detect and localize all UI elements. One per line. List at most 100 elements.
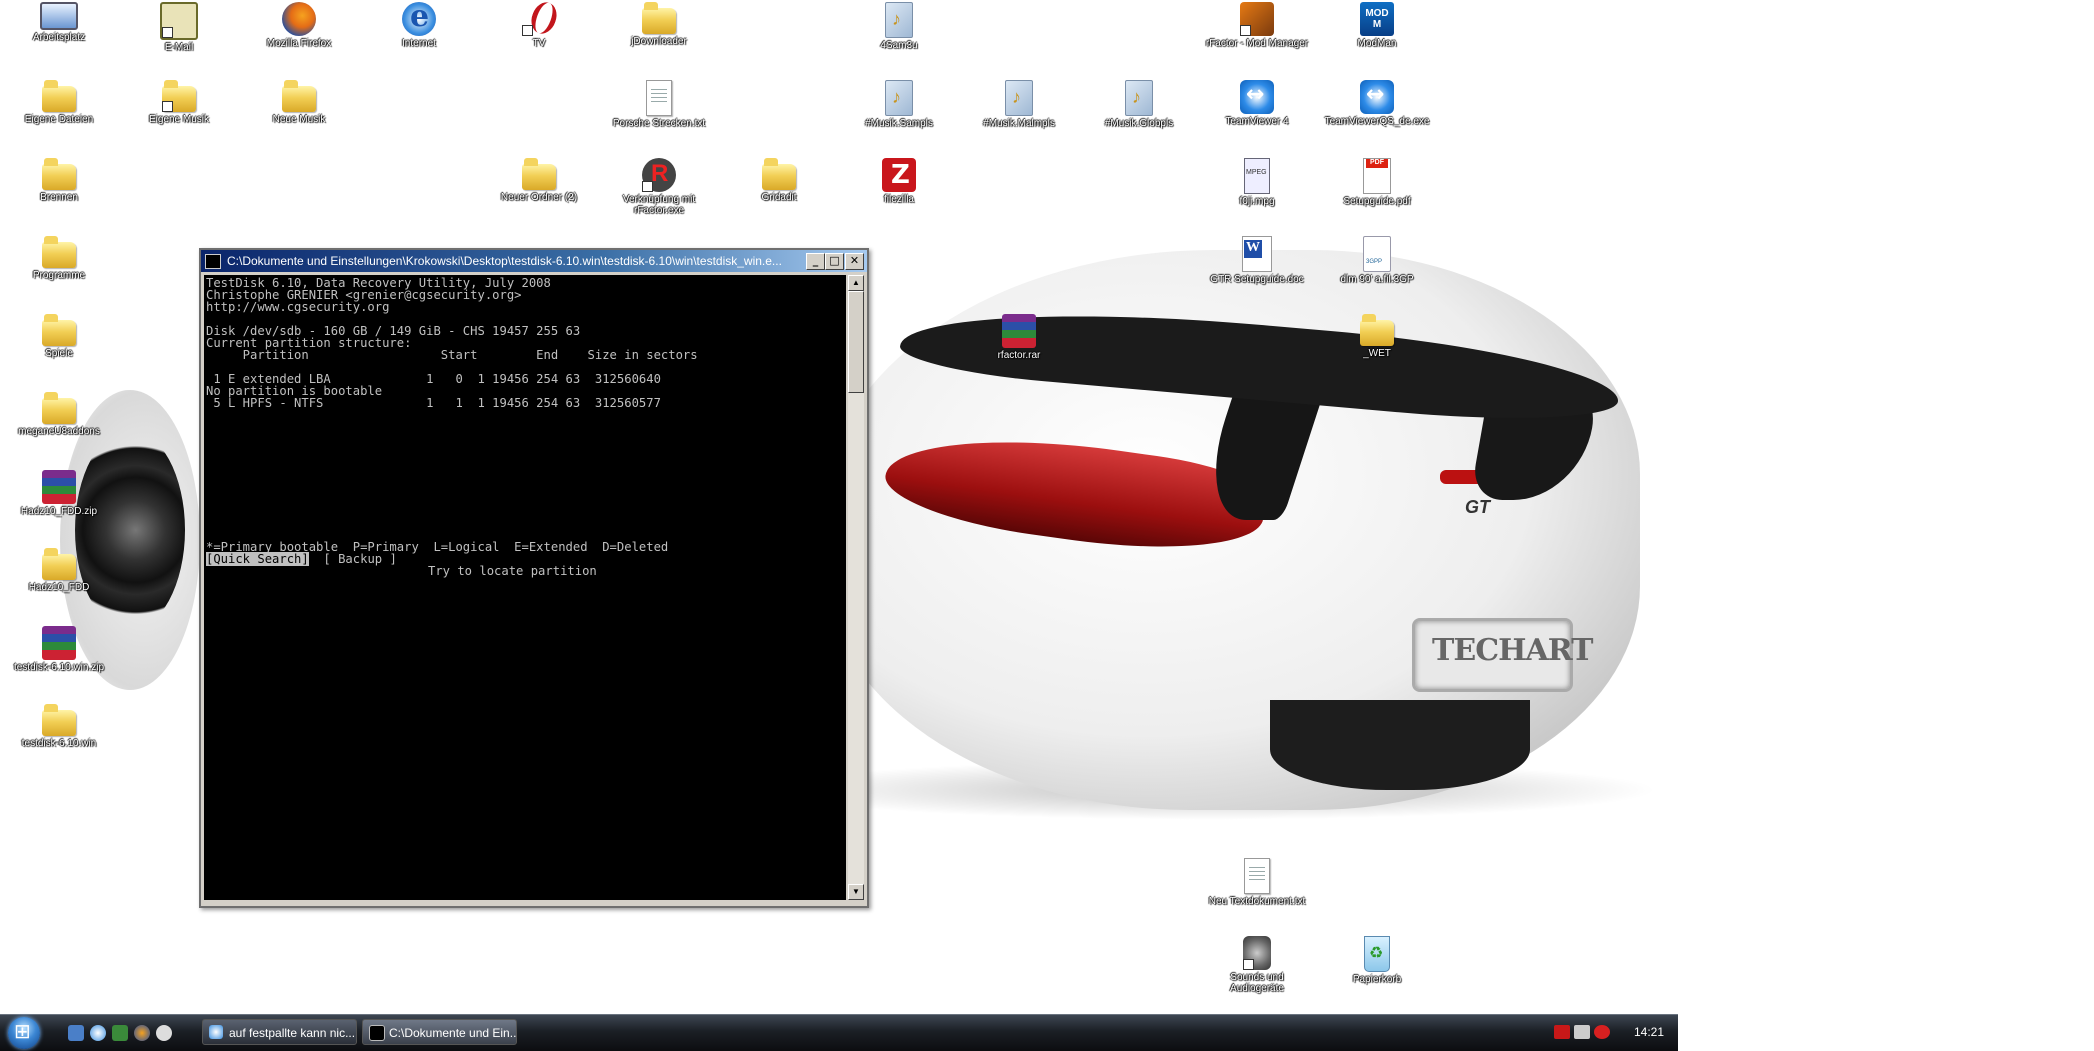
desktop-icon-brennen[interactable]: Brennen: [5, 156, 113, 203]
desktop-icon-programme[interactable]: Programme: [5, 234, 113, 281]
desktop-icon-porsche-strecken[interactable]: Porsche Strecken.txt: [605, 78, 713, 129]
desktop-icon-eigene-musik[interactable]: Eigene Musik: [125, 78, 233, 125]
internet-explorer-icon[interactable]: [90, 1025, 106, 1041]
console-line: http://www.cgsecurity.org: [206, 300, 390, 314]
speaker-icon: [1243, 936, 1271, 970]
desktop-icon-label: Arbeitsplatz: [32, 32, 86, 43]
desktop-icon-label: ModMan: [1357, 38, 1397, 49]
desktop-icon-label: #Musik.Malmpls: [983, 118, 1055, 129]
desktop-icon-label: Hadz10_FDD.zip: [20, 506, 98, 517]
desktop-icon-setupguide-pdf[interactable]: Setupguide.pdf: [1323, 156, 1431, 207]
minimize-button[interactable]: _: [806, 253, 825, 270]
start-button[interactable]: [8, 1017, 40, 1049]
desktop-icon-meganeu8addons[interactable]: meganeU8addons: [5, 390, 113, 437]
desktop-icon-label: #Musik.Globpls: [1104, 118, 1174, 129]
desktop-icon-spiele[interactable]: Spiele: [5, 312, 113, 359]
desktop-icon-internet[interactable]: Internet: [365, 0, 473, 49]
firefox-icon[interactable]: [134, 1025, 150, 1041]
console-output[interactable]: TestDisk 6.10, Data Recovery Utility, Ju…: [204, 275, 846, 900]
desktop-icon-hadz10-folder[interactable]: Hadz10_FDD: [5, 546, 113, 593]
scroll-down-icon[interactable]: ▼: [848, 884, 864, 900]
desktop-icon-gtr-setupguide[interactable]: GTR Setupguide.doc: [1203, 234, 1311, 285]
folder-icon: [42, 548, 76, 580]
desktop-icon-arbeitsplatz[interactable]: Arbeitsplatz: [5, 0, 113, 43]
desktop-icon-neu-textdokument[interactable]: Neu Textdokument.txt: [1203, 856, 1311, 907]
taskbar-item-label: C:\Dokumente und Ein...: [389, 1026, 517, 1040]
desktop-icon-modman[interactable]: ModMan: [1323, 0, 1431, 49]
desktop-icon-label: 4Sam3u: [880, 40, 918, 51]
desktop-icon-musik-sampls[interactable]: #Musik.Sampls: [845, 78, 953, 129]
antivirus-icon[interactable]: [1594, 1025, 1610, 1039]
testdisk-console-window[interactable]: C:\Dokumente und Einstellungen\Krokowski…: [199, 248, 869, 908]
desktop-icon-testdisk-zip[interactable]: testdisk-6.10.win.zip: [5, 624, 113, 673]
desktop-icon-gridadit[interactable]: Gridadit: [725, 156, 833, 203]
console-scrollbar[interactable]: ▲ ▼: [848, 275, 864, 900]
desktop-icon-neuer-ordner-2[interactable]: Neuer Ordner (2): [485, 156, 593, 203]
taskbar[interactable]: auf festpallte kann nic... C:\Dokumente …: [0, 1014, 1678, 1051]
desktop-icon-neue-musik[interactable]: Neue Musik: [245, 78, 353, 125]
console-titlebar[interactable]: C:\Dokumente und Einstellungen\Krokowski…: [201, 250, 867, 272]
desktop-icon-firefox[interactable]: Mozilla Firefox: [245, 0, 353, 49]
playlist-icon: [885, 80, 913, 116]
console-line: Partition Start End Size in sectors: [206, 348, 698, 362]
desktop-icon-label: rfactor.rar: [997, 350, 1041, 361]
folder-icon: [642, 2, 676, 34]
playlist-icon: [885, 2, 913, 38]
desktop-icon-hadz10-zip[interactable]: Hadz10_FDD.zip: [5, 468, 113, 517]
desktop-icon-musik-malmpls[interactable]: #Musik.Malmpls: [965, 78, 1073, 129]
desktop-icon-papierkorb[interactable]: Papierkorb: [1323, 934, 1431, 985]
desktop-icon-3gp-file[interactable]: dlm 90' a.fil.3GP: [1323, 234, 1431, 285]
playlist-icon: [1125, 80, 1153, 116]
taskbar-item-console[interactable]: C:\Dokumente und Ein...: [362, 1019, 517, 1045]
firefox-icon: [282, 2, 316, 36]
desktop-icon-label: E-Mail: [164, 42, 194, 53]
desktop-icon-label: Setupguide.pdf: [1343, 196, 1411, 207]
desktop-icon-label: Eigene Dateien: [24, 114, 94, 125]
teamviewer-icon: [1240, 80, 1274, 114]
desktop-icon-filezilla[interactable]: filezilla: [845, 156, 953, 205]
quicklaunch-app-icon[interactable]: [112, 1025, 128, 1041]
desktop-icon-label: TV: [532, 38, 546, 49]
desktop-icon-sounds[interactable]: Sounds und Audiogeräte: [1203, 934, 1311, 994]
media-player-icon[interactable]: [156, 1025, 172, 1041]
desktop-icon-label: Neue Musik: [272, 114, 326, 125]
ati-icon[interactable]: [1554, 1025, 1570, 1039]
desktop-icon-label: rFactor - Mod Manager: [1205, 38, 1309, 49]
desktop-icon-musik-globpls[interactable]: #Musik.Globpls: [1085, 78, 1193, 129]
close-button[interactable]: ✕: [845, 253, 864, 270]
folder-icon: [1360, 314, 1394, 346]
desktop-icon-f0ji-mpg[interactable]: f0ji.mpg: [1203, 156, 1311, 207]
desktop-icon-rfactor-shortcut[interactable]: Verknüpfung mit rFactor.exe: [605, 156, 713, 216]
computer-icon: [40, 2, 78, 30]
maximize-button[interactable]: □: [825, 253, 844, 270]
desktop-icon-label: TeamViewerQS_de.exe: [1324, 116, 1430, 127]
desktop-icon-rfactor-rar[interactable]: rfactor.rar: [965, 312, 1073, 361]
clock[interactable]: 14:21: [1634, 1025, 1664, 1039]
quick-search-option[interactable]: [Quick Search]: [206, 552, 309, 566]
blank-area: [1678, 0, 2094, 1050]
scroll-up-icon[interactable]: ▲: [848, 275, 864, 291]
text-file-icon: [1244, 858, 1270, 894]
desktop-icon-eigene-dateien[interactable]: Eigene Dateien: [5, 78, 113, 125]
backup-option[interactable]: [ Backup ]: [323, 552, 396, 566]
folder-icon: [42, 236, 76, 268]
taskbar-item-browser[interactable]: auf festpallte kann nic...: [202, 1019, 357, 1045]
scroll-thumb[interactable]: [848, 291, 864, 393]
desktop[interactable]: GT TECHART Arbeitsplatz E-Mail Mozilla F…: [0, 0, 1678, 1014]
desktop-icon-jdownloader[interactable]: jDownloader: [605, 0, 713, 47]
desktop-icon-teamviewer-4[interactable]: TeamViewer 4: [1203, 78, 1311, 127]
desktop-icon-email[interactable]: E-Mail: [125, 0, 233, 53]
desktop-icon-teamviewerqs[interactable]: TeamViewerQS_de.exe: [1323, 78, 1431, 127]
desktop-icon-label: f0ji.mpg: [1239, 196, 1275, 207]
desktop-icon-rfactor-mod-manager[interactable]: rFactor - Mod Manager: [1203, 0, 1311, 49]
desktop-icon-testdisk-folder[interactable]: testdisk-6.10.win: [5, 702, 113, 749]
desktop-icon-tv[interactable]: TV: [485, 0, 593, 49]
console-app-icon: [369, 1025, 385, 1041]
volume-icon[interactable]: [1574, 1025, 1590, 1039]
show-desktop-icon[interactable]: [68, 1025, 84, 1041]
folder-icon: [162, 80, 196, 112]
desktop-icon-wet[interactable]: _WET: [1323, 312, 1431, 359]
desktop-icon-4sam3u[interactable]: 4Sam3u: [845, 0, 953, 51]
video-file-icon: [1363, 236, 1391, 272]
desktop-icon-label: Neu Textdokument.txt: [1208, 896, 1306, 907]
